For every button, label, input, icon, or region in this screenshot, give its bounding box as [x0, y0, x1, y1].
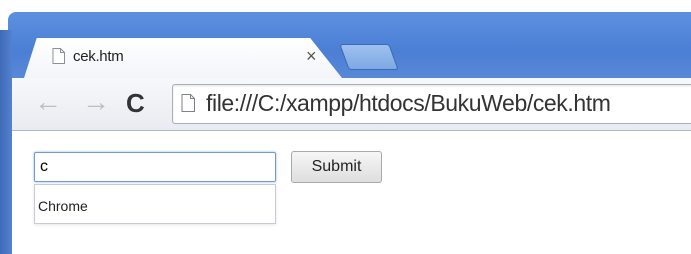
autocomplete-item[interactable]: Chrome: [38, 198, 88, 214]
text-input[interactable]: [34, 152, 276, 182]
back-icon[interactable]: ←: [34, 88, 62, 116]
close-icon[interactable]: ×: [306, 46, 317, 67]
address-url[interactable]: file:///C:/xampp/htdocs/BukuWeb/cek.htm: [206, 90, 611, 117]
tab-title: cek.htm: [73, 48, 124, 65]
page-icon: [181, 94, 195, 112]
tab-cek[interactable]: [24, 38, 342, 78]
reload-icon[interactable]: C: [126, 89, 145, 117]
new-tab-icon[interactable]: [339, 44, 399, 70]
browser-window: cek.htm × ← → C file:///C:/xampp/htdocs/…: [0, 0, 691, 254]
page-icon: [52, 48, 65, 64]
forward-icon[interactable]: →: [82, 88, 110, 116]
submit-button[interactable]: Submit: [291, 151, 382, 183]
window-frame-edge: [0, 30, 12, 254]
